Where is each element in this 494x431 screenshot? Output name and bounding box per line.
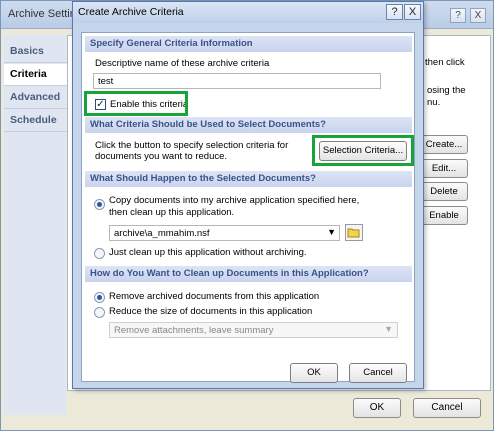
- selection-description-line1: Click the button to specify selection cr…: [95, 140, 289, 151]
- remove-documents-label: Remove archived documents from this appl…: [109, 291, 320, 302]
- section-action-heading: What Should Happen to the Selected Docum…: [85, 171, 412, 187]
- section-general-heading: Specify General Criteria Information: [85, 36, 412, 52]
- reduce-size-radio[interactable]: [94, 307, 105, 318]
- copy-and-cleanup-radio[interactable]: [94, 199, 105, 210]
- enable-button[interactable]: Enable: [420, 206, 468, 225]
- settings-tab-list: Basics Criteria Advanced Schedule: [4, 35, 74, 415]
- panel-text-3: nu.: [427, 97, 441, 108]
- enable-criteria-highlight: [84, 91, 188, 116]
- selection-description-line2: documents you want to reduce.: [95, 151, 228, 162]
- archive-path-select[interactable]: archive\a_mmahim.nsf ▼: [109, 225, 340, 241]
- help-button[interactable]: ?: [450, 8, 466, 23]
- tab-advanced[interactable]: Advanced: [4, 87, 72, 109]
- dialog-ok-button[interactable]: OK: [290, 363, 338, 383]
- dialog-title: Create Archive Criteria: [78, 6, 184, 18]
- dialog-help-button[interactable]: ?: [386, 4, 403, 20]
- chevron-down-icon: ▼: [327, 227, 336, 237]
- folder-icon: [347, 228, 360, 238]
- dialog-close-button[interactable]: X: [404, 4, 421, 20]
- copy-option-line1: Copy documents into my archive applicati…: [109, 195, 360, 206]
- panel-text-2: osing the: [427, 85, 466, 96]
- reduce-option-value: Remove attachments, leave summary: [114, 325, 274, 336]
- dialog-titlebar: Create Archive Criteria ? X: [73, 2, 423, 23]
- cleanup-only-label: Just clean up this application without a…: [109, 247, 307, 258]
- panel-text-1: then click: [425, 57, 465, 68]
- window-title: Archive Settin: [8, 8, 76, 20]
- create-button[interactable]: Create...: [420, 135, 468, 154]
- tab-basics[interactable]: Basics: [4, 41, 72, 63]
- tab-schedule[interactable]: Schedule: [4, 110, 72, 132]
- cleanup-only-radio[interactable]: [94, 248, 105, 259]
- dialog-body: Specify General Criteria Information Des…: [81, 32, 415, 383]
- chevron-down-icon: ▼: [384, 324, 393, 334]
- tab-criteria[interactable]: Criteria: [4, 64, 74, 86]
- delete-button[interactable]: Delete: [420, 182, 468, 201]
- create-archive-criteria-dialog: Create Archive Criteria ? X Specify Gene…: [72, 1, 424, 389]
- selection-criteria-highlight: [312, 135, 414, 166]
- copy-option-line2: then clean up this application.: [109, 207, 235, 218]
- settings-cancel-button[interactable]: Cancel: [413, 398, 481, 418]
- reduce-option-select[interactable]: Remove attachments, leave summary ▼: [109, 322, 398, 338]
- reduce-size-label: Reduce the size of documents in this app…: [109, 306, 313, 317]
- browse-folder-button[interactable]: [345, 224, 363, 241]
- dialog-cancel-button[interactable]: Cancel: [349, 363, 407, 383]
- section-selection-heading: What Criteria Should be Used to Select D…: [85, 117, 412, 133]
- settings-ok-button[interactable]: OK: [353, 398, 401, 418]
- remove-documents-radio[interactable]: [94, 292, 105, 303]
- archive-path-value: archive\a_mmahim.nsf: [114, 228, 210, 239]
- criteria-name-field[interactable]: test: [93, 73, 381, 89]
- name-field-label: Descriptive name of these archive criter…: [95, 58, 270, 69]
- edit-button[interactable]: Edit...: [420, 159, 468, 178]
- close-button[interactable]: X: [470, 8, 486, 23]
- section-cleanup-heading: How do You Want to Clean up Documents in…: [85, 266, 412, 282]
